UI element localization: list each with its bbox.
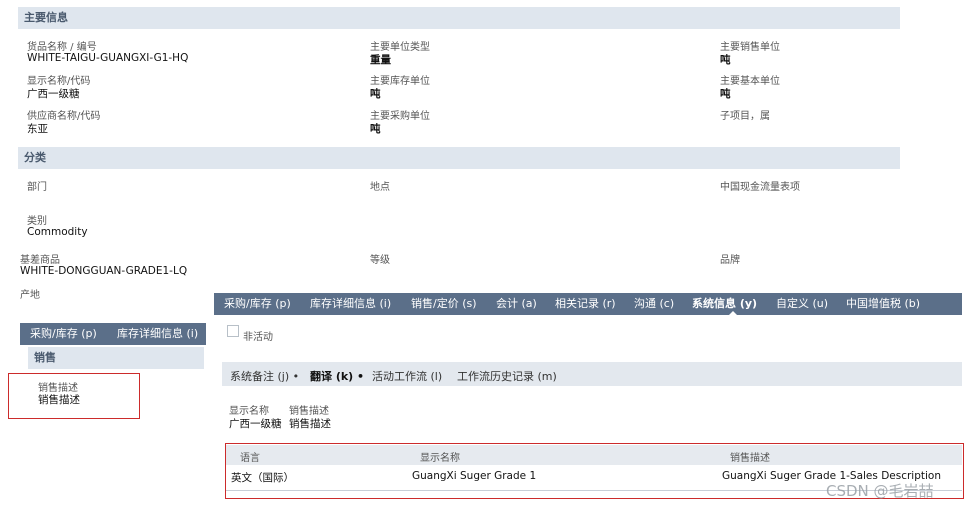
field-value: 广西一级糖 [27,88,80,100]
field-value: 吨 [370,123,381,135]
tab-sales-pricing[interactable]: 销售/定价 (s) [411,293,477,315]
field-label: 部门 [27,182,47,193]
cell-display-name: GuangXi Suger Grade 1 [412,470,537,482]
field-label: 类别 [27,216,47,227]
subtab-system-notes[interactable]: 系统备注 (j) • [230,368,299,384]
col-sales-desc: 销售描述 [730,453,770,464]
field-value: WHITE-TAIGU-GUANGXI-G1-HQ [27,52,189,64]
sub-tab-bar: 系统备注 (j) • 翻译 (k) • 活动工作流 (l) 工作流历史记录 (m… [222,362,962,386]
tab-purchase-inventory[interactable]: 采购/库存 (p) [224,293,291,315]
tab-system-info[interactable]: 系统信息 (y) [692,293,757,315]
col-display-name: 显示名称 [420,453,460,464]
subtab-active-workflows[interactable]: 活动工作流 (l) [372,368,442,384]
main-info-header: 主要信息 [18,7,900,29]
field-label: 产地 [20,290,40,301]
tab-china-vat[interactable]: 中国增值税 (b) [846,293,920,315]
field-label: 货品名称 / 编号 [27,42,97,53]
col-language: 语言 [240,453,260,464]
left-tab-inventory-details[interactable]: 库存详细信息 (i) [117,323,198,345]
field-label: 主要基本单位 [720,76,780,87]
subtab-workflow-history[interactable]: 工作流历史记录 (m) [457,368,557,384]
watermark: CSDN @毛岩喆 [826,482,934,500]
left-tab-bar: 采购/库存 (p) 库存详细信息 (i) [20,323,206,345]
field-label: 主要采购单位 [370,111,430,122]
field-label: 子项目，属 [720,111,770,122]
cell-language: 英文（国际） [231,472,294,484]
field-label: 显示名称/代码 [27,76,91,87]
grid-header: 语言 显示名称 销售描述 [226,445,962,465]
field-label: 地点 [370,182,390,193]
field-value: 吨 [370,88,381,100]
tab-related-records[interactable]: 相关记录 (r) [555,293,616,315]
field-label: 基差商品 [20,255,60,266]
tab-inventory-details[interactable]: 库存详细信息 (i) [310,293,391,315]
field-value: 吨 [720,54,731,66]
inactive-checkbox[interactable] [227,325,239,337]
tab-accounting[interactable]: 会计 (a) [496,293,537,315]
subtab-translation[interactable]: 翻译 (k) • [310,368,364,384]
sales-desc-label: 销售描述 [289,406,329,417]
left-tab-purchase-inventory[interactable]: 采购/库存 (p) [30,323,97,345]
field-label: 供应商名称/代码 [27,111,101,122]
left-sales-header: 销售 [28,347,204,369]
field-value: 吨 [720,88,731,100]
left-field-value: 销售描述 [38,394,80,406]
field-label: 主要库存单位 [370,76,430,87]
main-tab-bar: 采购/库存 (p) 库存详细信息 (i) 销售/定价 (s) 会计 (a) 相关… [214,293,962,316]
active-tab-pointer [728,311,738,316]
field-label: 品牌 [720,255,740,266]
display-name-value: 广西一级糖 [229,418,282,430]
field-label: 主要销售单位 [720,42,780,53]
field-value: Commodity [27,226,88,238]
tab-communication[interactable]: 沟通 (c) [634,293,674,315]
field-value: 重量 [370,54,391,66]
field-value: WHITE-DONGGUAN-GRADE1-LQ [20,265,188,277]
classification-header: 分类 [18,147,900,169]
field-label: 等级 [370,255,390,266]
field-label: 主要单位类型 [370,42,430,53]
field-value: 东亚 [27,123,48,135]
sales-desc-value: 销售描述 [289,418,331,430]
inactive-label: 非活动 [243,332,273,343]
field-label: 中国现金流量表项 [720,182,800,193]
display-name-label: 显示名称 [229,406,269,417]
tab-custom[interactable]: 自定义 (u) [776,293,828,315]
